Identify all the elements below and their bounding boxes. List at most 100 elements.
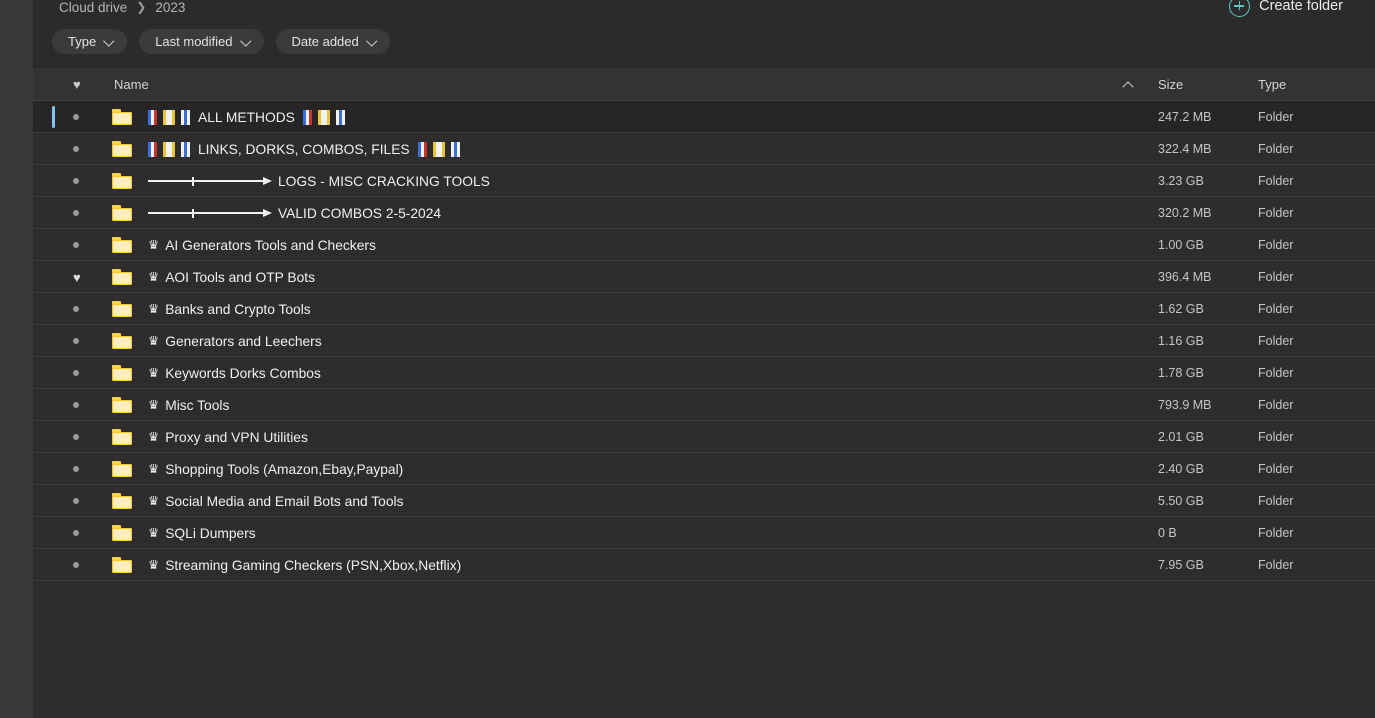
create-folder-button[interactable]: Create folder bbox=[1229, 0, 1343, 17]
column-header-favorite[interactable]: ♥ bbox=[73, 68, 81, 101]
folder-icon bbox=[112, 453, 132, 485]
file-name-cell[interactable]: ♛ Social Media and Email Bots and Tools bbox=[148, 485, 1115, 517]
table-row[interactable]: ♛ Proxy and VPN Utilities 2.01 GB Folder bbox=[33, 421, 1375, 453]
file-name-cell[interactable]: VALID COMBOS 2-5-2024 bbox=[148, 197, 1115, 229]
file-size: 1.62 GB bbox=[1158, 302, 1204, 316]
file-size: 5.50 GB bbox=[1158, 494, 1204, 508]
arrow-decoration bbox=[148, 176, 272, 186]
favorite-toggle[interactable] bbox=[73, 101, 97, 133]
file-name-cell[interactable]: ♛ Proxy and VPN Utilities bbox=[148, 421, 1115, 453]
filter-label: Type bbox=[68, 34, 97, 49]
crown-icon: ♛ bbox=[148, 333, 160, 348]
folder-icon bbox=[112, 229, 132, 261]
file-name-text: ♛ SQLi Dumpers bbox=[148, 526, 257, 541]
table-row[interactable]: ♛ Streaming Gaming Checkers (PSN,Xbox,Net… bbox=[33, 549, 1375, 581]
crown-icon: ♛ bbox=[148, 493, 160, 508]
dot-icon bbox=[73, 146, 79, 152]
table-row[interactable]: ♛ Misc Tools 793.9 MB Folder bbox=[33, 389, 1375, 421]
dot-icon bbox=[73, 178, 79, 184]
favorite-toggle[interactable] bbox=[73, 357, 97, 389]
crown-icon: ♛ bbox=[148, 461, 160, 476]
column-header-type[interactable]: Type bbox=[1258, 68, 1286, 101]
column-header-name[interactable]: Name bbox=[114, 68, 149, 101]
file-size: 322.4 MB bbox=[1158, 142, 1212, 156]
arrow-decoration bbox=[148, 208, 272, 218]
file-name-cell[interactable]: ALL METHODS bbox=[148, 101, 1115, 133]
heart-filled-icon: ♥ bbox=[73, 269, 81, 285]
table-row[interactable]: ♛ Keywords Dorks Combos 1.78 GB Folder bbox=[33, 357, 1375, 389]
dot-icon bbox=[73, 306, 79, 312]
file-name-cell[interactable]: ♛ Banks and Crypto Tools bbox=[148, 293, 1115, 325]
flag-emoji bbox=[317, 109, 330, 125]
file-name-text: ♛ Banks and Crypto Tools bbox=[148, 302, 312, 317]
table-row[interactable]: ♛ Generators and Leechers 1.16 GB Folder bbox=[33, 325, 1375, 357]
file-name-cell[interactable]: ♛ AI Generators Tools and Checkers bbox=[148, 229, 1115, 261]
favorite-toggle[interactable] bbox=[73, 197, 97, 229]
file-name-cell[interactable]: ♛ Generators and Leechers bbox=[148, 325, 1115, 357]
favorite-toggle[interactable] bbox=[73, 165, 97, 197]
filter-type[interactable]: Type bbox=[52, 29, 128, 54]
file-name-text: ♛ Misc Tools bbox=[148, 398, 230, 413]
file-size: 247.2 MB bbox=[1158, 110, 1212, 124]
file-type: Folder bbox=[1258, 526, 1294, 540]
file-name-text: ♛ AI Generators Tools and Checkers bbox=[148, 238, 377, 253]
favorite-toggle[interactable] bbox=[73, 325, 97, 357]
favorite-toggle[interactable] bbox=[73, 421, 97, 453]
filter-date-added[interactable]: Date added bbox=[275, 29, 390, 54]
file-name-text: ♛ Shopping Tools (Amazon,Ebay,Paypal) bbox=[148, 462, 404, 477]
folder-icon bbox=[112, 357, 132, 389]
table-row[interactable]: ALL METHODS 247.2 MB Folder bbox=[33, 101, 1375, 133]
chevron-down-icon bbox=[368, 37, 377, 46]
file-name-cell[interactable]: ♛ Streaming Gaming Checkers (PSN,Xbox,Net… bbox=[148, 549, 1115, 581]
sort-indicator[interactable] bbox=[1123, 68, 1133, 101]
file-name-cell[interactable]: ♛ Keywords Dorks Combos bbox=[148, 357, 1115, 389]
file-size: 793.9 MB bbox=[1158, 398, 1212, 412]
favorite-toggle[interactable] bbox=[73, 517, 97, 549]
file-name-text: LINKS, DORKS, COMBOS, FILES bbox=[148, 141, 460, 157]
file-size: 1.00 GB bbox=[1158, 238, 1204, 252]
file-name-label: LINKS, DORKS, COMBOS, FILES bbox=[198, 141, 410, 157]
favorite-toggle[interactable] bbox=[73, 293, 97, 325]
folder-icon bbox=[112, 293, 132, 325]
file-browser-content: Cloud drive ❯ 2023 Create folder Type Last … bbox=[33, 0, 1375, 718]
table-row[interactable]: LOGS - MISC CRACKING TOOLS 3.23 GB Folder bbox=[33, 165, 1375, 197]
breadcrumb-item-2023[interactable]: 2023 bbox=[155, 0, 185, 15]
flag-decoration bbox=[417, 141, 460, 157]
file-name-cell[interactable]: ♛ SQLi Dumpers bbox=[148, 517, 1115, 549]
table-row[interactable]: ♥ ♛ AOI Tools and OTP Bots 396.4 MB Folder bbox=[33, 261, 1375, 293]
file-type: Folder bbox=[1258, 398, 1294, 412]
file-name-label: Banks and Crypto Tools bbox=[165, 301, 311, 317]
breadcrumb-item-cloud-drive[interactable]: Cloud drive bbox=[59, 0, 127, 15]
file-name-cell[interactable]: ♛ AOI Tools and OTP Bots bbox=[148, 261, 1115, 293]
favorite-toggle[interactable]: ♥ bbox=[73, 261, 97, 293]
file-name-cell[interactable]: ♛ Misc Tools bbox=[148, 389, 1115, 421]
file-type: Folder bbox=[1258, 366, 1294, 380]
favorite-toggle[interactable] bbox=[73, 133, 97, 165]
table-row[interactable]: VALID COMBOS 2-5-2024 320.2 MB Folder bbox=[33, 197, 1375, 229]
table-row[interactable]: ♛ Shopping Tools (Amazon,Ebay,Paypal) 2.40… bbox=[33, 453, 1375, 485]
file-name-cell[interactable]: LOGS - MISC CRACKING TOOLS bbox=[148, 165, 1115, 197]
folder-icon bbox=[112, 133, 132, 165]
crown-icon: ♛ bbox=[148, 397, 160, 412]
table-row[interactable]: ♛ AI Generators Tools and Checkers 1.00 GB… bbox=[33, 229, 1375, 261]
file-name-cell[interactable]: LINKS, DORKS, COMBOS, FILES bbox=[148, 133, 1115, 165]
table-row[interactable]: ♛ SQLi Dumpers 0 B Folder bbox=[33, 517, 1375, 549]
favorite-toggle[interactable] bbox=[73, 229, 97, 261]
column-header-size[interactable]: Size bbox=[1158, 68, 1183, 101]
table-row[interactable]: LINKS, DORKS, COMBOS, FILES 322.4 MB Folde… bbox=[33, 133, 1375, 165]
favorite-toggle[interactable] bbox=[73, 485, 97, 517]
filter-last-modified[interactable]: Last modified bbox=[139, 29, 264, 54]
favorite-toggle[interactable] bbox=[73, 453, 97, 485]
table-row[interactable]: ♛ Social Media and Email Bots and Tools 5.… bbox=[33, 485, 1375, 517]
favorite-toggle[interactable] bbox=[73, 549, 97, 581]
file-type: Folder bbox=[1258, 430, 1294, 444]
file-size: 1.78 GB bbox=[1158, 366, 1204, 380]
table-row[interactable]: ♛ Banks and Crypto Tools 1.62 GB Folder bbox=[33, 293, 1375, 325]
file-name-cell[interactable]: ♛ Shopping Tools (Amazon,Ebay,Paypal) bbox=[148, 453, 1115, 485]
dot-icon bbox=[73, 338, 79, 344]
dot-icon bbox=[73, 370, 79, 376]
flag-emoji bbox=[148, 141, 157, 157]
file-type: Folder bbox=[1258, 462, 1294, 476]
dot-icon bbox=[73, 466, 79, 472]
favorite-toggle[interactable] bbox=[73, 389, 97, 421]
